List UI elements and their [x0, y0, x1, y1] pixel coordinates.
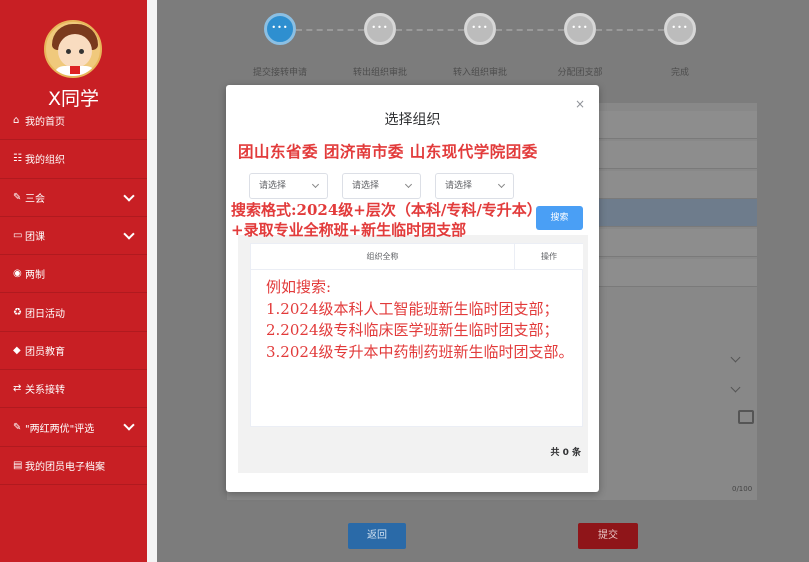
menu-icon: ⇄ — [13, 383, 22, 395]
menu-icon: ✎ — [13, 421, 22, 433]
step-connector — [496, 29, 564, 31]
sidebar-item[interactable]: ▤ 我的团员电子档案 — [0, 447, 147, 485]
sidebar-item[interactable]: ▭ 团课 — [0, 217, 147, 256]
menu-icon: ◉ — [13, 268, 22, 280]
menu-icon: ☷ — [13, 153, 22, 165]
select-placeholder: 请选择 — [259, 181, 287, 191]
example-line: 3.2024级专升本中药制药班新生临时团支部。 — [266, 342, 574, 361]
step-label: 完成 — [670, 68, 689, 78]
chevron-down-icon — [497, 180, 506, 189]
step-icon — [364, 13, 396, 45]
table-header-name: 组织全称 — [251, 244, 515, 270]
menu-icon: ◆ — [13, 344, 21, 356]
example-title: 例如搜索: — [266, 278, 332, 296]
sidebar-item-label: 团员教育 — [25, 346, 65, 358]
close-icon[interactable]: × — [575, 97, 585, 111]
step-icon — [264, 13, 296, 45]
chevron-down-icon — [123, 419, 135, 432]
org-select-level3[interactable]: 请选择 — [435, 173, 514, 199]
step-label: 分配团支部 — [557, 68, 603, 78]
menu-icon: ⌂ — [13, 115, 20, 127]
sidebar-item[interactable]: ♻ 团日活动 — [0, 293, 147, 332]
sidebar-item[interactable]: ⌂ 我的首页 — [0, 102, 147, 141]
step-connector — [596, 29, 664, 31]
chevron-down-icon — [311, 180, 320, 189]
step-label: 提交接转申请 — [252, 68, 307, 78]
avatar-tie — [70, 66, 80, 74]
select-placeholder: 请选择 — [352, 181, 380, 191]
sidebar-item-label: 团课 — [25, 232, 45, 244]
submit-button[interactable]: 提交 — [578, 523, 638, 549]
step-icon — [564, 13, 596, 45]
edit-icon[interactable] — [738, 410, 754, 424]
chevron-down-icon — [123, 228, 135, 240]
sidebar-item-label: 两制 — [25, 270, 45, 282]
sidebar-item[interactable]: ✎ 三会 — [0, 179, 147, 217]
org-select-level2[interactable]: 请选择 — [342, 173, 421, 199]
sidebar-item-label: 我的团员电子档案 — [25, 461, 105, 473]
sidebar-item[interactable]: ◉ 两制 — [0, 255, 147, 294]
step-icon — [664, 13, 696, 45]
chevron-down-icon — [404, 180, 413, 189]
avatar[interactable] — [44, 20, 102, 78]
menu-icon: ♻ — [13, 306, 22, 318]
select-placeholder: 请选择 — [445, 181, 473, 191]
avatar-face — [58, 34, 92, 68]
menu-icon: ▭ — [13, 230, 23, 242]
sidebar-item-label: 团日活动 — [25, 308, 65, 320]
char-count: 0/100 — [732, 485, 753, 493]
modal-title: 选择组织 — [384, 112, 441, 128]
step-label: 转出组织审批 — [352, 68, 407, 78]
avatar-eye — [79, 49, 84, 54]
sidebar-item-label: "两红两优"评选 — [25, 423, 95, 435]
example-line: 2.2024级专科临床医学班新生临时团支部； — [266, 321, 559, 339]
example-line: 1.2024级本科人工智能班新生临时团支部； — [266, 299, 559, 318]
step-connector — [296, 29, 364, 31]
select-org-modal: 选择组织 × 请选择 请选择 请选择 搜索 组织全称 操作 共 0 条 团山东省… — [226, 85, 599, 492]
sidebar-item[interactable]: ◆ 团员教育 — [0, 332, 147, 371]
sidebar-menu: ⌂ 我的首页 ☷ 我的组织 ✎ 三会 ▭ 团课 ◉ 两制 ♻ 团日活动 ◆ 团员教育 ⇄ 关系接转 ✎ "两红两优… — [0, 102, 147, 485]
step-label: 转入组织审批 — [452, 68, 507, 78]
org-path-annotation: 团山东省委 团济南市委 山东现代学院团委 — [238, 142, 538, 161]
org-select-level1[interactable]: 请选择 — [249, 173, 328, 199]
table-header-actions: 操作 — [515, 244, 583, 270]
step-icon — [464, 13, 496, 45]
sidebar: X同学 ⌂ 我的首页 ☷ 我的组织 ✎ 三会 ▭ 团课 ◉ 两制 ♻ 团日活动 ◆ 团员教育 ⇄ 关系接转 ✎ "… — [0, 0, 147, 562]
sidebar-item-label: 三会 — [25, 193, 45, 205]
sidebar-item-label: 我的首页 — [25, 117, 65, 129]
avatar-eye — [66, 49, 71, 54]
example-annotation: 例如搜索: 1.2024级本科人工智能班新生临时团支部； 2.2024级专科临床… — [266, 277, 586, 363]
sidebar-item-label: 我的组织 — [25, 155, 65, 167]
search-format-annotation: 搜索格式:2024级+层次（本科/专科/专升本）+录取专业全称班+新生临时团支部 — [231, 201, 542, 239]
step-connector — [396, 29, 464, 31]
chevron-down-icon — [123, 189, 135, 202]
sidebar-item-label: 关系接转 — [25, 385, 65, 397]
sidebar-item[interactable]: ☷ 我的组织 — [0, 140, 147, 179]
menu-icon: ▤ — [13, 459, 23, 471]
sidebar-item[interactable]: ⇄ 关系接转 — [0, 370, 147, 409]
sidebar-item[interactable]: ✎ "两红两优"评选 — [0, 408, 147, 447]
back-button[interactable]: 返回 — [348, 523, 406, 549]
total-count: 共 0 条 — [550, 448, 581, 458]
menu-icon: ✎ — [13, 191, 22, 203]
